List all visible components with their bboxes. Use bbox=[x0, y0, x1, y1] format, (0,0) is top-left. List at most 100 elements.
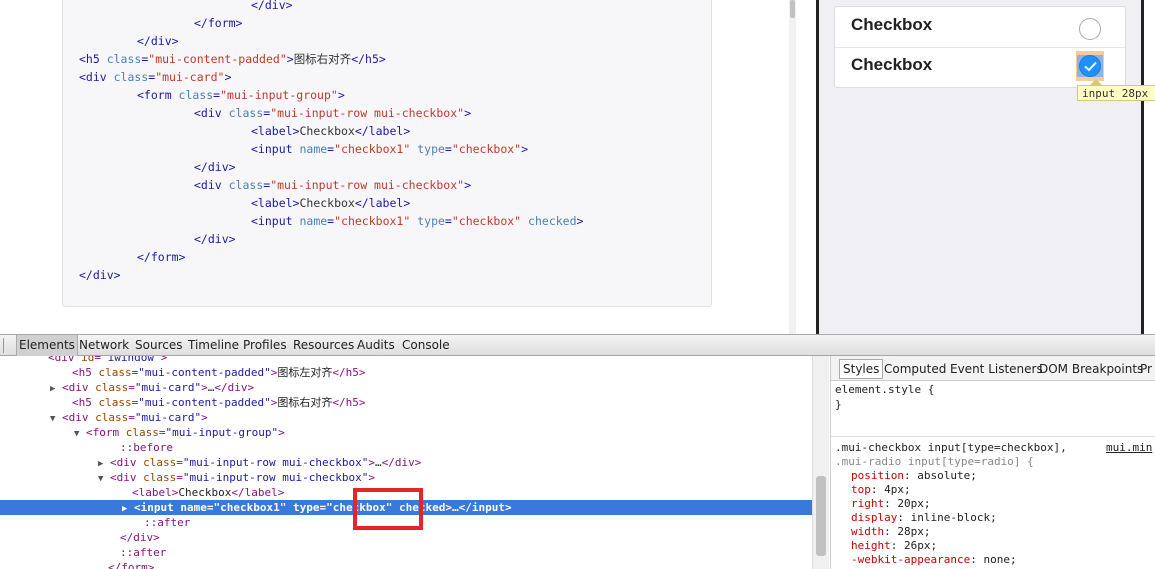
code-line: <input name="checkbox1" type="checkbox" … bbox=[251, 214, 584, 228]
css-property-name[interactable]: -webkit-appearance bbox=[851, 553, 970, 566]
dom-node-markup: <div class="mui-input-row mui-checkbox">… bbox=[110, 456, 422, 469]
dom-node-markup: <label>Checkbox</label> bbox=[132, 486, 285, 499]
dom-node-markup: <h5 class="mui-content-padded">图标右对齐</h5… bbox=[72, 396, 366, 409]
dom-node[interactable]: ▼ <div class="mui-input-row mui-checkbox… bbox=[0, 470, 812, 485]
styles-pane: Styles Computed Event Listeners DOM Breakpo… bbox=[830, 356, 1155, 569]
code-line: <input name="checkbox1" type="checkbox"> bbox=[251, 142, 529, 156]
dom-node[interactable]: ▶ <div class="mui-input-row mui-checkbox… bbox=[0, 455, 812, 470]
code-line: <label>Checkbox</label> bbox=[251, 124, 411, 138]
dom-node[interactable]: ::before bbox=[0, 440, 812, 455]
css-property-value[interactable]: 28px; bbox=[897, 525, 930, 538]
css-property-value[interactable]: none; bbox=[983, 553, 1016, 566]
devtools-tab-elements[interactable]: Elements bbox=[16, 335, 78, 356]
css-property-value[interactable]: absolute; bbox=[917, 469, 977, 482]
devtools-panel: Elements Network Sources Timeline Profiles Re… bbox=[0, 334, 1155, 569]
dom-tree[interactable]: <div id="iwindow"> <h5 class="mui-content… bbox=[0, 356, 812, 569]
stylesheet-source-link[interactable]: mui.min bbox=[1106, 441, 1152, 454]
checkbox-card: Checkbox Checkbox bbox=[834, 6, 1126, 88]
css-property-value[interactable]: 20px; bbox=[897, 497, 930, 510]
code-block: </div> </form> </div> <h5 class="mui-conten… bbox=[62, 0, 712, 307]
element-style-open[interactable]: element.style { bbox=[835, 383, 934, 397]
inspect-tooltip: input 28px × 26px bbox=[1077, 85, 1155, 101]
css-property-name[interactable]: top bbox=[851, 483, 871, 496]
styles-tab-styles[interactable]: Styles bbox=[839, 359, 884, 379]
css-property-name[interactable]: right bbox=[851, 497, 884, 510]
dom-node[interactable]: </div> bbox=[0, 530, 812, 545]
dom-node[interactable]: </form> bbox=[0, 560, 812, 569]
dom-node-markup: <div id="iwindow"> bbox=[48, 356, 168, 364]
checkbox-checked[interactable] bbox=[1079, 55, 1101, 77]
css-property-value[interactable]: 4px; bbox=[884, 483, 911, 496]
device-preview: Checkbox Checkbox bbox=[796, 0, 1155, 334]
code-line: </div> bbox=[194, 232, 236, 246]
checkbox-row-1-label: Checkbox bbox=[851, 15, 933, 34]
devtools-tab-timeline[interactable]: Timeline bbox=[186, 335, 241, 356]
css-property-name[interactable]: position bbox=[851, 469, 904, 482]
code-line: <label>Checkbox</label> bbox=[251, 196, 411, 210]
expand-triangle-icon[interactable]: ▼ bbox=[98, 474, 103, 484]
dom-node-markup: ::after bbox=[144, 516, 191, 529]
css-property[interactable]: position: absolute; bbox=[851, 469, 977, 483]
styles-tab-dom-breakpoints[interactable]: DOM Breakpoints bbox=[1039, 360, 1143, 378]
expand-triangle-icon[interactable]: ▼ bbox=[50, 414, 55, 424]
checkbox-row-1[interactable]: Checkbox bbox=[835, 7, 1125, 48]
css-property[interactable]: display: inline-block; bbox=[851, 511, 997, 525]
devtools-tab-audits[interactable]: Audits bbox=[355, 335, 397, 356]
devtools-tab-sources[interactable]: Sources bbox=[133, 335, 184, 356]
code-line: <h5 class="mui-content-padded">图标右对齐</h5… bbox=[79, 52, 386, 66]
rule-divider bbox=[831, 436, 1155, 437]
expand-triangle-icon[interactable]: ▶ bbox=[50, 384, 55, 394]
expand-triangle-icon[interactable]: ▶ bbox=[98, 459, 103, 469]
dom-node[interactable]: <h5 class="mui-content-padded">图标右对齐</h5… bbox=[0, 395, 812, 410]
code-line: </form> bbox=[194, 16, 243, 30]
checkbox-unchecked[interactable] bbox=[1079, 18, 1101, 40]
dom-node[interactable]: ▼ <div class="mui-card"> bbox=[0, 410, 812, 425]
css-property-value[interactable]: inline-block; bbox=[911, 511, 997, 524]
dom-tree-scrollbar-thumb[interactable] bbox=[816, 476, 826, 556]
code-line: </div> bbox=[194, 160, 236, 174]
code-line: </div> bbox=[79, 268, 121, 282]
expand-triangle-icon[interactable]: ▼ bbox=[74, 429, 79, 439]
devtools-tab-network[interactable]: Network bbox=[77, 335, 131, 356]
dom-node[interactable]: <h5 class="mui-content-padded">图标左对齐</h5… bbox=[0, 365, 812, 380]
css-property[interactable]: width: 28px; bbox=[851, 525, 931, 539]
page-scrollbar[interactable] bbox=[789, 0, 796, 334]
expand-triangle-icon[interactable]: ▶ bbox=[122, 504, 127, 514]
css-property-value[interactable]: 26px; bbox=[904, 539, 937, 552]
dom-node-markup: </div> bbox=[120, 531, 160, 544]
dom-tree-scrollbar[interactable] bbox=[812, 356, 829, 569]
dom-node[interactable]: ::after bbox=[0, 545, 812, 560]
code-sample-panel: </div> </form> </div> <h5 class="mui-conten… bbox=[0, 0, 790, 334]
css-property[interactable]: top: 4px; bbox=[851, 483, 911, 497]
styles-tab-bar: Styles Computed Event Listeners DOM Breakpo… bbox=[831, 356, 1155, 381]
dom-node-markup: </form> bbox=[108, 561, 155, 569]
css-property[interactable]: right: 20px; bbox=[851, 497, 931, 511]
css-property-name[interactable]: display bbox=[851, 511, 897, 524]
css-property[interactable]: height: 26px; bbox=[851, 539, 937, 553]
dom-node[interactable]: ▼ <form class="mui-input-group"> bbox=[0, 425, 812, 440]
code-line: <div class="mui-card"> bbox=[79, 70, 232, 84]
css-property[interactable]: -webkit-appearance: none; bbox=[851, 553, 1017, 567]
css-property-name[interactable]: height bbox=[851, 539, 891, 552]
dom-node-markup: <input name="checkbox1" type="checkbox" … bbox=[134, 501, 512, 514]
dom-node-markup: <div class="mui-card">…</div> bbox=[62, 381, 255, 394]
checkbox-row-2[interactable]: Checkbox bbox=[835, 47, 1125, 87]
styles-tab-pr[interactable]: Pr bbox=[1140, 360, 1152, 378]
css-property-name[interactable]: width bbox=[851, 525, 884, 538]
dom-node-markup: ::before bbox=[120, 441, 173, 454]
annotation-highlight-box bbox=[353, 488, 423, 530]
styles-tab-event-listeners[interactable]: Event Listeners bbox=[950, 360, 1043, 378]
code-line: <div class="mui-input-row mui-checkbox"> bbox=[194, 106, 471, 120]
page-scrollbar-thumb[interactable] bbox=[790, 0, 795, 18]
devtools-tab-profiles[interactable]: Profiles bbox=[241, 335, 289, 356]
code-line: <form class="mui-input-group"> bbox=[137, 88, 345, 102]
styles-tab-computed[interactable]: Computed bbox=[884, 360, 946, 378]
devtools-tab-resources[interactable]: Resources bbox=[291, 335, 356, 356]
checkmark-icon bbox=[1084, 61, 1097, 72]
code-line: <div class="mui-input-row mui-checkbox"> bbox=[194, 178, 471, 192]
devtools-tab-console[interactable]: Console bbox=[400, 335, 452, 356]
dom-node[interactable]: <div id="iwindow"> bbox=[0, 356, 812, 365]
code-line: </div> bbox=[251, 0, 293, 12]
dom-node[interactable]: ▶ <div class="mui-card">…</div> bbox=[0, 380, 812, 395]
rule-selector-2: .mui-radio input[type=radio] { bbox=[835, 455, 1034, 468]
